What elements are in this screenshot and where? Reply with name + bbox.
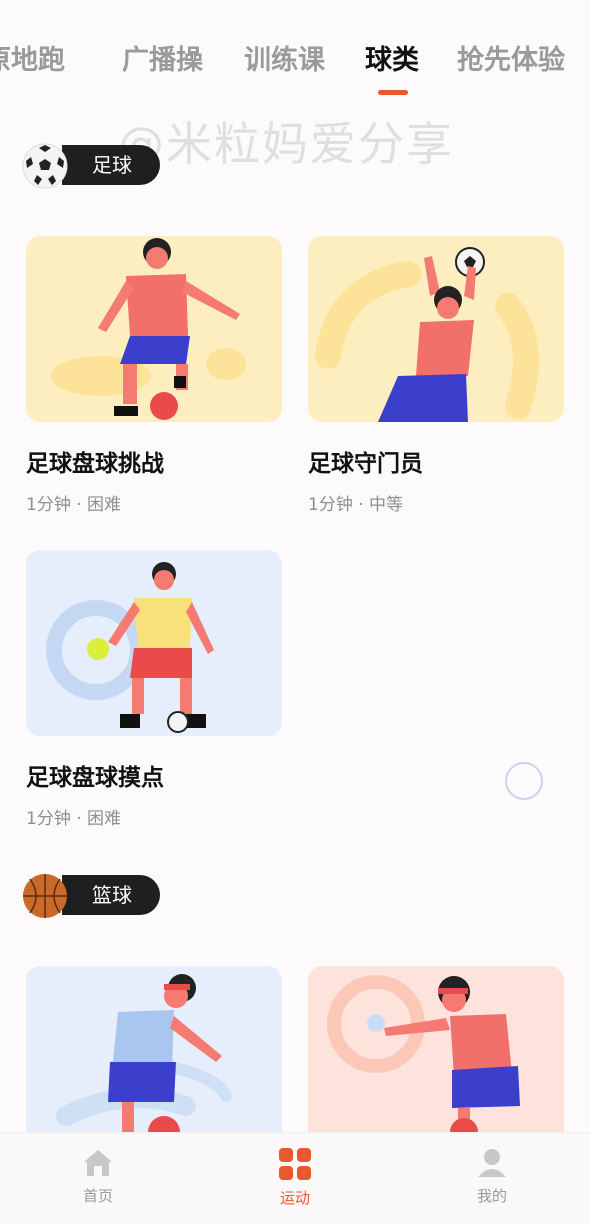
sport-grid-icon [279,1148,311,1180]
tab-early-access[interactable]: 抢先体验 [457,38,565,77]
nav-label: 首页 [82,1187,113,1205]
basketball-target-illustration [308,966,564,1132]
card-meta: 1分钟 · 中等 [308,495,404,515]
card-title: 足球盘球摸点 [26,765,164,791]
soccer-dribble-illustration [26,236,282,422]
loading-spinner [505,762,543,800]
basketball-dribble-illustration [26,966,282,1132]
nav-profile[interactable]: 我的 [452,1147,532,1206]
soccer-goalkeeper-illustration [308,236,564,422]
exercise-card-basketball-target[interactable] [308,966,564,1132]
card-meta: 1分钟 · 困难 [26,809,122,829]
nav-home[interactable]: 首页 [58,1147,138,1206]
nav-label: 我的 [476,1187,507,1205]
exercise-card-soccer-goalkeeper[interactable]: 足球守门员 1分钟 · 中等 [308,236,564,515]
tab-ball-sports[interactable]: 球类 [365,38,419,77]
exercise-card-soccer-dribble[interactable]: 足球盘球挑战 1分钟 · 困难 [26,236,282,515]
bottom-navigation: 首页 运动 我的 [0,1132,590,1224]
category-tabs: 原地跑 广播操 训练课 球类 抢先体验 [0,0,590,100]
basketball-icon [23,874,67,918]
section-title: 篮球 [62,875,160,915]
soccer-ball-icon [22,143,68,189]
soccer-touch-illustration [26,550,282,736]
tab-training-course[interactable]: 训练课 [244,38,325,77]
nav-sport[interactable]: 运动 [255,1147,335,1208]
card-meta: 1分钟 · 困难 [26,495,122,515]
section-title: 足球 [62,145,160,185]
card-title: 足球守门员 [308,451,423,477]
watermark: @米粒妈爱分享 [118,117,454,171]
nav-label: 运动 [279,1189,310,1207]
home-icon [84,1150,112,1176]
card-title: 足球盘球挑战 [26,451,164,477]
tab-broadcast-exercise[interactable]: 广播操 [122,38,203,77]
profile-icon [478,1149,506,1177]
exercise-card-soccer-touch[interactable]: 足球盘球摸点 1分钟 · 困难 [26,550,282,829]
exercise-card-basketball-dribble[interactable] [26,966,282,1132]
tab-running-in-place[interactable]: 原地跑 [0,38,65,77]
active-tab-indicator [378,90,408,95]
